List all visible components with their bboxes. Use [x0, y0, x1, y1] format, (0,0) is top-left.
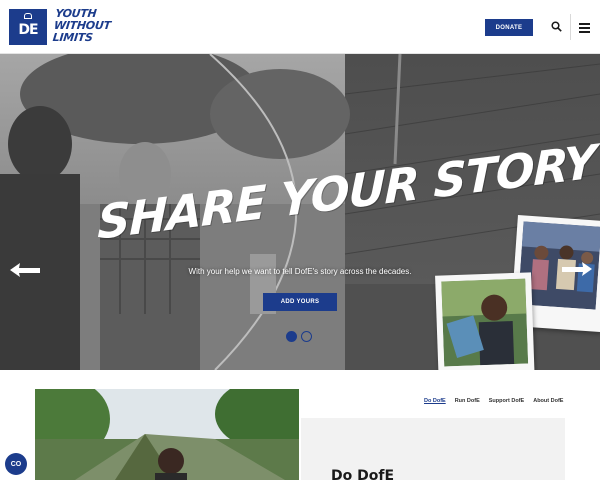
tagline: YOUTH WITHOUT LIMITS — [52, 7, 116, 44]
carousel-dot-1[interactable] — [286, 331, 297, 342]
content-section: Do DofE Run DofE Support DofE About DofE… — [0, 370, 600, 480]
polaroid-photo-student — [435, 272, 535, 370]
captions-icon[interactable]: CO — [5, 453, 27, 475]
hero-carousel: SHARE YOUR STORY With your help we want … — [0, 54, 600, 370]
panel-title: Do DofE — [331, 468, 395, 480]
crown-icon — [24, 13, 32, 19]
info-panel: Do DofE — [301, 418, 565, 480]
arrow-left-icon[interactable] — [8, 262, 42, 278]
subnav-do-dofe[interactable]: Do DofE — [424, 398, 446, 404]
search-icon[interactable] — [551, 21, 562, 32]
tagline-line-3: LIMITS — [52, 31, 94, 44]
logo-text: DE — [18, 22, 38, 38]
subnav-run-dofe[interactable]: Run DofE — [455, 398, 480, 404]
add-yours-button[interactable]: ADD YOURS — [263, 293, 337, 311]
hero-subtitle: With your help we want to tell DofE's st… — [188, 267, 412, 276]
section-subnav: Do DofE Run DofE Support DofE About DofE — [424, 398, 563, 404]
donate-button[interactable]: DONATE — [485, 19, 533, 36]
carousel-dot-2[interactable] — [301, 331, 312, 342]
dofe-logo[interactable]: DE — [9, 9, 47, 45]
carousel-dots — [286, 331, 316, 343]
subnav-support-dofe[interactable]: Support DofE — [489, 398, 524, 404]
tent-photo — [35, 389, 299, 480]
arrow-right-icon[interactable] — [560, 261, 594, 277]
student-photo-image — [441, 278, 529, 367]
header-divider — [570, 14, 571, 40]
subnav-about-dofe[interactable]: About DofE — [533, 398, 563, 404]
site-header: DE YOUTH WITHOUT LIMITS DONATE — [0, 0, 600, 54]
menu-icon[interactable] — [579, 23, 590, 33]
